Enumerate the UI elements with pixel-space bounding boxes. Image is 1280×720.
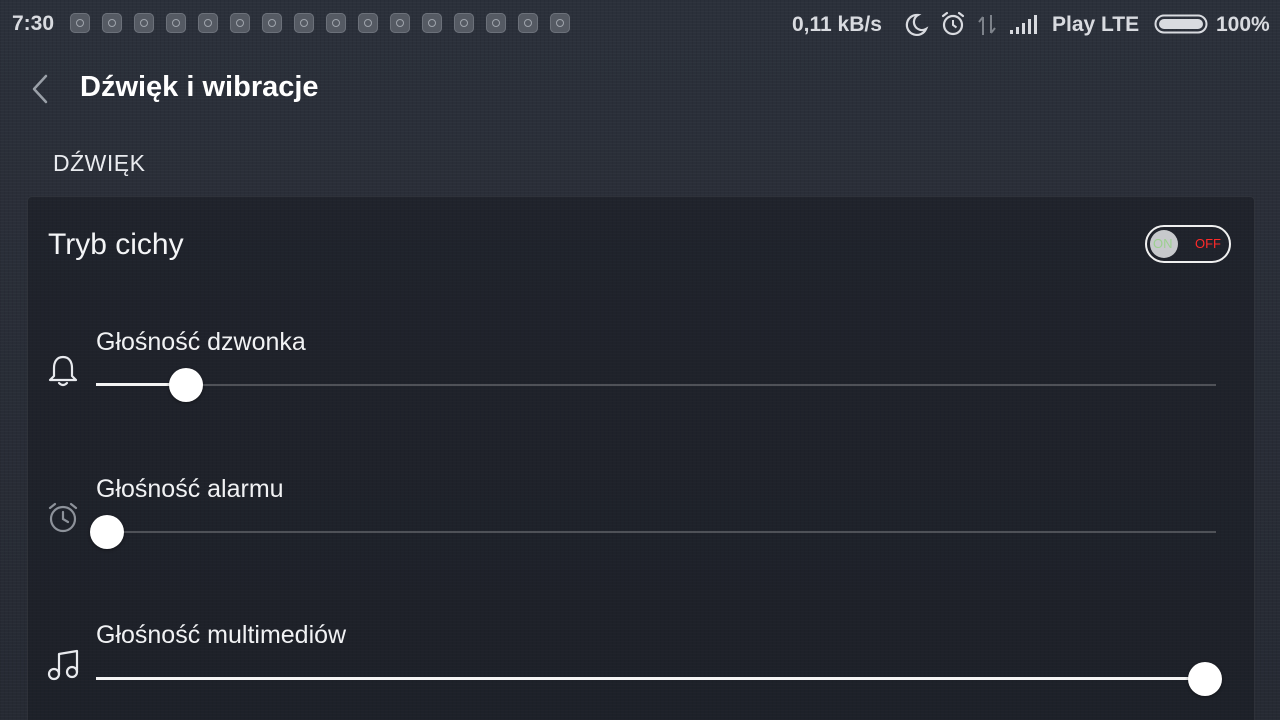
status-right: 0,11 kB/s Play LTE 100% — [0, 10, 1280, 38]
silent-mode-label: Tryb cichy — [48, 228, 184, 261]
section-header-sound: DŹWIĘK — [53, 150, 146, 176]
status-bar: 7:30 0,11 kB/s Play LTE 100% — [0, 0, 1280, 48]
battery-percent: 100% — [1216, 13, 1270, 36]
network-speed: 0,11 kB/s — [792, 13, 882, 36]
toggle-off-text: OFF — [1195, 236, 1221, 251]
alarm-icon — [941, 11, 965, 36]
toggle-on-text: ON — [1153, 236, 1173, 251]
back-arrow-icon[interactable] — [28, 72, 56, 106]
ringer-volume-slider[interactable] — [96, 368, 1216, 402]
alarm-volume-row: Głośność alarmu — [0, 475, 1280, 585]
alarm-clock-icon — [48, 502, 78, 533]
data-transfer-icon — [978, 15, 996, 35]
slider-thumb[interactable] — [90, 515, 125, 549]
media-volume-slider[interactable] — [96, 662, 1222, 696]
alarm-volume-slider[interactable] — [90, 515, 1216, 549]
slider-thumb[interactable] — [168, 368, 203, 402]
battery-icon — [1154, 14, 1208, 34]
silent-mode-row[interactable]: Tryb cichy ON OFF — [27, 196, 1253, 296]
alarm-volume-label: Głośność alarmu — [96, 475, 284, 503]
slider-track — [96, 531, 1216, 533]
music-note-icon — [47, 649, 79, 681]
bell-icon — [48, 355, 78, 387]
media-volume-label: Głośność multimediów — [96, 621, 347, 649]
page-title: Dźwięk i wibracje — [80, 71, 319, 103]
media-volume-row: Głośność multimediów — [0, 621, 1280, 720]
slider-thumb[interactable] — [1187, 662, 1222, 696]
signal-icon — [1010, 15, 1037, 34]
carrier-label: Play LTE — [1052, 13, 1140, 36]
slider-fill — [96, 677, 1205, 680]
moon-icon — [905, 13, 929, 36]
silent-mode-toggle[interactable]: ON OFF — [1145, 225, 1231, 263]
ringer-volume-label: Głośność dzwonka — [96, 328, 306, 356]
slider-track — [96, 384, 1216, 386]
ringer-volume-row: Głośność dzwonka — [0, 328, 1280, 438]
